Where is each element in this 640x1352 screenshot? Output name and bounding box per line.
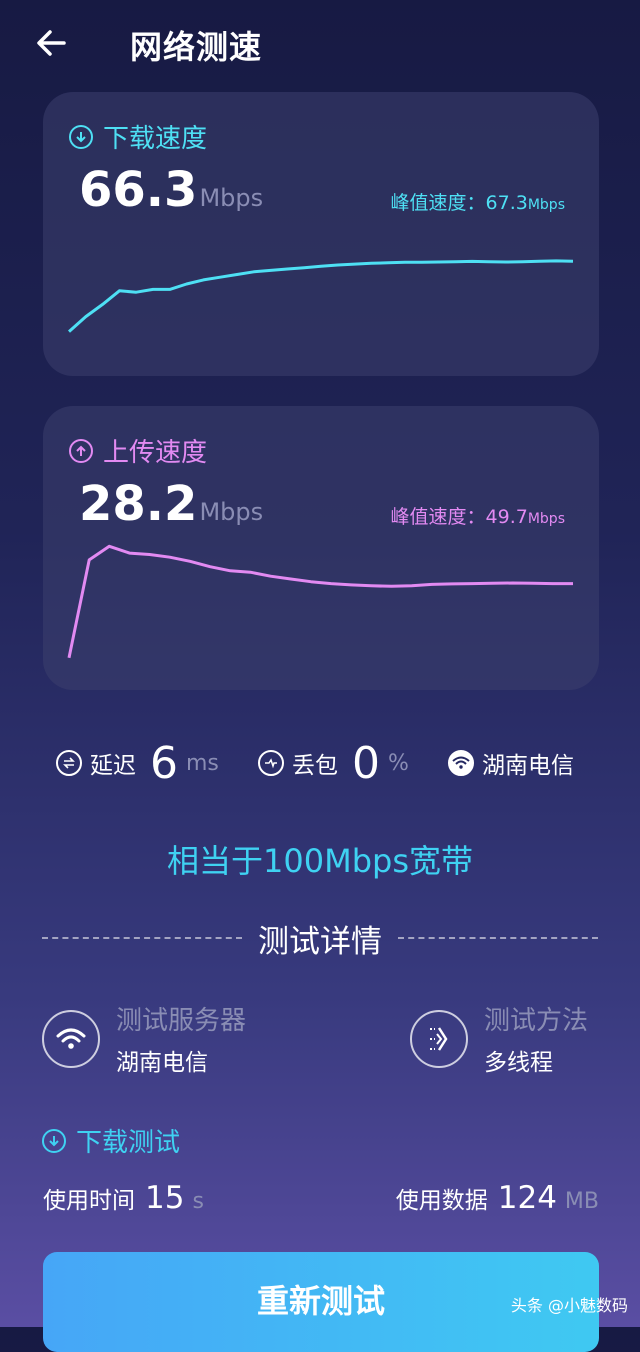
packet-loss-label: 丢包 <box>292 753 338 779</box>
equivalent-bandwidth: 相当于100Mbps宽带 <box>167 842 473 880</box>
time-used: 使用时间 15 s <box>43 1180 204 1216</box>
data-used-label: 使用数据 <box>395 1188 488 1214</box>
latency-stat: 延迟 6 ms <box>56 736 219 790</box>
test-method-info: 测试方法 多线程 <box>410 1000 588 1077</box>
divider-right <box>398 937 598 939</box>
data-used-unit: MB <box>564 1189 599 1214</box>
download-circle-icon <box>42 1128 66 1153</box>
time-used-unit: s <box>192 1189 204 1214</box>
isp-stat: 湖南电信 <box>448 736 574 790</box>
packet-loss-unit: % <box>388 750 409 776</box>
page-title: 网络测速 <box>130 28 263 66</box>
packet-loss-icon <box>258 750 284 776</box>
divider-left <box>42 937 242 939</box>
download-chart <box>68 259 574 333</box>
wifi-icon <box>448 750 474 776</box>
packet-loss-value: 0 <box>352 737 380 789</box>
latency-label: 延迟 <box>90 753 136 779</box>
packet-loss-stat: 丢包 0 % <box>258 736 409 790</box>
back-button[interactable] <box>34 26 68 60</box>
test-method-label: 测试方法 <box>484 1006 589 1036</box>
test-server-value: 湖南电信 <box>116 1050 208 1076</box>
stats-row: 延迟 6 ms 丢包 0 % 湖南电信 <box>0 736 640 790</box>
section-title: 测试详情 <box>258 923 382 960</box>
test-method-value: 多线程 <box>484 1050 553 1076</box>
latency-unit: ms <box>186 750 219 776</box>
latency-icon <box>56 750 82 776</box>
latency-value: 6 <box>150 737 178 789</box>
test-server-info: 测试服务器 湖南电信 <box>42 1000 246 1077</box>
test-server-label: 测试服务器 <box>116 1006 247 1036</box>
upload-card: 上传速度 28.2 Mbps 峰值速度：49.7Mbps <box>43 406 599 690</box>
upload-curve <box>67 544 573 659</box>
test-details-divider: 测试详情 <box>42 918 598 960</box>
download-curve <box>68 259 574 333</box>
isp-name: 湖南电信 <box>482 753 574 779</box>
data-used-value: 124 <box>497 1180 557 1216</box>
arrow-left-icon <box>37 30 66 56</box>
data-used: 使用数据 124 MB <box>396 1180 599 1216</box>
time-used-value: 15 <box>145 1180 185 1216</box>
download-test-heading: 下载测试 <box>42 1122 180 1159</box>
multithread-icon <box>410 1009 468 1068</box>
download-test-title: 下载测试 <box>76 1128 181 1158</box>
time-used-label: 使用时间 <box>43 1188 135 1214</box>
upload-chart <box>67 544 573 659</box>
watermark: 头条 @小魅数码 <box>510 1296 628 1315</box>
download-card: 下载速度 66.3 Mbps 峰值速度：67.3Mbps <box>43 92 599 376</box>
wifi-icon <box>42 1009 100 1068</box>
